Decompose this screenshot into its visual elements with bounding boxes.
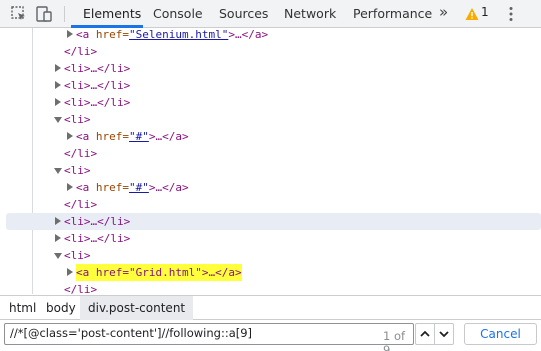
more-tabs-button[interactable]: »: [439, 3, 448, 21]
breadcrumb-html[interactable]: html: [9, 296, 36, 320]
tree-node-li[interactable]: <li>…</li>: [0, 60, 541, 77]
tree-node-li[interactable]: <li>: [0, 247, 541, 264]
inspect-element-icon[interactable]: [10, 5, 28, 23]
attr-name: href=: [95, 28, 129, 41]
tree-node-a[interactable]: <a href="#">…</a>: [0, 128, 541, 145]
tree-node-li[interactable]: <li>…</li>: [0, 94, 541, 111]
expand-arrow-icon[interactable]: [67, 183, 73, 191]
tag-text: </li>: [64, 198, 98, 211]
tag-text: </li>: [64, 45, 98, 58]
tab-sources[interactable]: Sources: [219, 0, 268, 28]
tree-node-li[interactable]: <li>…</li>: [0, 77, 541, 94]
expand-arrow-icon[interactable]: [55, 64, 61, 72]
tree-node-a[interactable]: <a href="#">…</a>: [0, 179, 541, 196]
tree-node-li[interactable]: <li>: [0, 162, 541, 179]
chevron-down-icon: [439, 331, 449, 338]
tag-open: <a: [76, 130, 96, 143]
collapse-arrow-icon[interactable]: [54, 117, 62, 123]
customize-menu-icon[interactable]: [508, 6, 514, 26]
device-toolbar-icon[interactable]: [35, 5, 53, 23]
search-query[interactable]: //*[@class='post-content']//following::a…: [10, 326, 252, 340]
tree-node-close[interactable]: </li>: [0, 196, 541, 213]
search-input[interactable]: //*[@class='post-content']//following::a…: [4, 323, 414, 351]
tab-network[interactable]: Network: [284, 0, 336, 28]
tag-text: <li>…</li>: [64, 215, 131, 228]
next-match-button[interactable]: [434, 323, 454, 345]
expand-arrow-icon[interactable]: [67, 30, 73, 38]
search-bar: //*[@class='post-content']//following::a…: [0, 320, 541, 351]
chevron-up-icon: [420, 330, 430, 337]
attr-name: href=: [95, 181, 129, 194]
cancel-button[interactable]: Cancel: [464, 323, 537, 345]
tree-node-close[interactable]: </li>: [0, 43, 541, 60]
expand-arrow-icon[interactable]: [67, 132, 73, 140]
expand-arrow-icon[interactable]: [67, 268, 73, 276]
collapse-arrow-icon[interactable]: [54, 253, 62, 259]
tree-node-li[interactable]: <li>: [0, 111, 541, 128]
tag-text: <li>…</li>: [64, 62, 131, 75]
tag-open: <a: [76, 181, 96, 194]
tag-text: <li>: [64, 113, 91, 126]
collapse-arrow-icon[interactable]: [54, 168, 62, 174]
devtools-toolbar: Elements Console Sources Network Perform…: [0, 0, 541, 28]
href-link[interactable]: "Selenium.html": [129, 28, 228, 41]
tree-node-a[interactable]: <a href="Selenium.html">…</a>: [0, 28, 541, 43]
tree-node-close[interactable]: </li>: [0, 145, 541, 162]
tree-node-li-hovered[interactable]: <li>…</li>: [6, 213, 541, 230]
tag-text: <li>: [64, 249, 91, 262]
tag-close: >…</a>: [148, 181, 189, 194]
attr-name: href=: [95, 130, 129, 143]
href-link[interactable]: "#": [129, 181, 149, 194]
search-match-text: <a href="Grid.html">…</a>: [76, 264, 242, 281]
tag-text: <li>…</li>: [64, 232, 131, 245]
tag-text: <li>…</li>: [64, 79, 131, 92]
tag-text: <li>…</li>: [64, 96, 131, 109]
expand-arrow-icon[interactable]: [55, 81, 61, 89]
previous-match-button[interactable]: [415, 323, 435, 345]
tree-node-close[interactable]: </li>: [0, 281, 541, 294]
breadcrumb-body[interactable]: body: [46, 296, 76, 320]
href-link[interactable]: "#": [129, 130, 149, 143]
tag-text: <li>: [64, 164, 91, 177]
match-count: 1 of 9: [383, 329, 406, 351]
dom-tree: <a href="Selenium.html">…</a> </li> <li>…: [0, 28, 541, 294]
tag-open: <a: [76, 28, 96, 41]
tree-node-a-search-match[interactable]: <a href="Grid.html">…</a>: [0, 264, 541, 281]
expand-arrow-icon[interactable]: [55, 234, 61, 242]
tab-performance[interactable]: Performance: [353, 0, 432, 28]
tag-text: </li>: [64, 147, 98, 160]
warning-icon[interactable]: [465, 6, 479, 25]
tree-node-li[interactable]: <li>…</li>: [0, 230, 541, 247]
expand-arrow-icon[interactable]: [55, 98, 61, 106]
breadcrumb-div-post-content[interactable]: div.post-content: [80, 296, 194, 320]
tag-close: >…</a>: [228, 28, 269, 41]
tag-close: >…</a>: [148, 130, 189, 143]
tab-console[interactable]: Console: [153, 0, 203, 28]
toolbar-divider: [64, 6, 65, 22]
tag-text: </li>: [64, 283, 98, 294]
expand-arrow-icon[interactable]: [55, 217, 61, 225]
breadcrumb: html body div.post-content: [0, 295, 541, 320]
tab-elements[interactable]: Elements: [83, 0, 141, 28]
warning-count[interactable]: 1: [481, 5, 489, 19]
